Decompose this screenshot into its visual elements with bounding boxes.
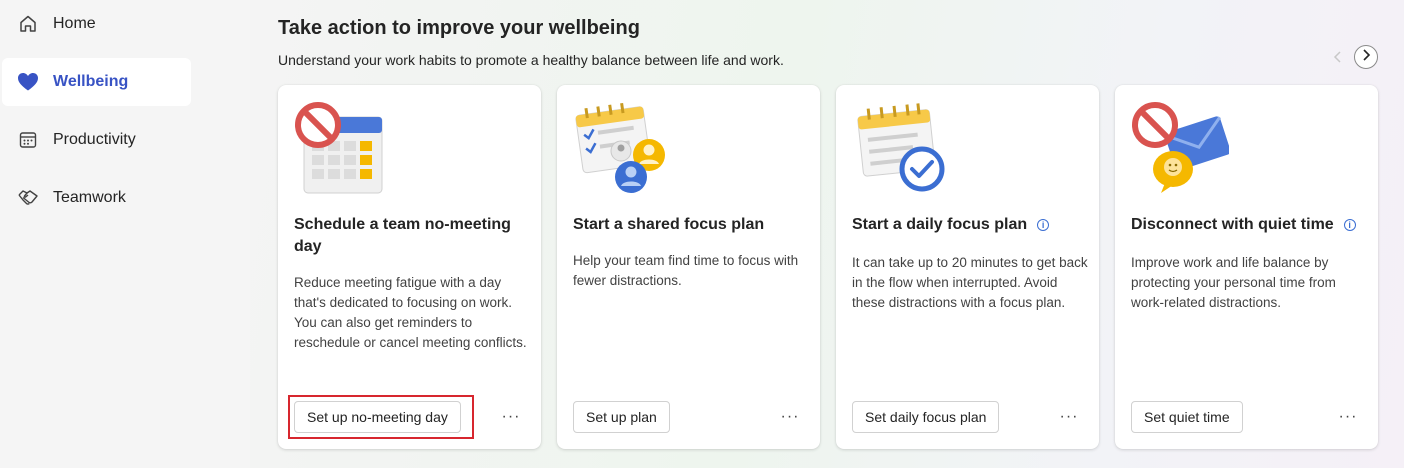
card-description: It can take up to 20 minutes to get back…	[852, 255, 1088, 310]
card-shared-focus-plan: Start a shared focus plan Help your team…	[557, 85, 820, 449]
sidebar-item-label: Productivity	[53, 131, 136, 148]
card-description: Help your team find time to focus with f…	[573, 253, 799, 288]
more-options-button[interactable]: ···	[778, 405, 802, 429]
quiet-time-icon	[1129, 99, 1231, 195]
home-icon	[16, 12, 40, 36]
page-title: Take action to improve your wellbeing	[278, 17, 640, 39]
sidebar-item-label: Teamwork	[53, 189, 126, 206]
info-icon[interactable]: i	[1037, 218, 1050, 231]
card-quiet-time: Disconnect with quiet time i Improve work…	[1115, 85, 1378, 449]
calendar-icon	[16, 128, 40, 152]
carousel-next-button[interactable]	[1354, 45, 1378, 69]
card-title: Disconnect with quiet time i	[1131, 214, 1361, 236]
handshake-icon	[16, 186, 40, 210]
card-title: Schedule a team no-meeting day	[294, 216, 511, 255]
set-up-plan-button[interactable]: Set up plan	[573, 401, 670, 433]
chevron-right-icon	[1361, 48, 1371, 66]
more-options-button[interactable]: ···	[499, 405, 523, 429]
chevron-left-icon	[1333, 50, 1343, 66]
shared-focus-icon	[571, 99, 671, 195]
card-title-text: Disconnect with quiet time	[1131, 216, 1334, 233]
highlight-box	[288, 395, 474, 439]
heart-icon	[16, 70, 40, 94]
sidebar-item-label: Home	[53, 15, 96, 32]
set-quiet-time-button[interactable]: Set quiet time	[1131, 401, 1243, 433]
page-subtitle: Understand your work habits to promote a…	[278, 52, 784, 68]
sidebar-item-teamwork[interactable]: Teamwork	[2, 174, 191, 222]
card-description: Reduce meeting fatigue with a day that's…	[294, 275, 527, 350]
more-options-button[interactable]: ···	[1336, 405, 1360, 429]
info-icon[interactable]: i	[1343, 218, 1356, 231]
card-title: Start a shared focus plan	[573, 216, 765, 233]
no-meeting-calendar-icon	[292, 99, 392, 195]
daily-focus-icon	[850, 99, 950, 195]
sidebar-item-label: Wellbeing	[53, 73, 129, 90]
card-title: Start a daily focus plan i	[852, 214, 1082, 236]
set-daily-focus-plan-button[interactable]: Set daily focus plan	[852, 401, 1000, 433]
carousel-prev-button[interactable]	[1327, 47, 1349, 69]
more-options-button[interactable]: ···	[1057, 405, 1081, 429]
sidebar: Home Wellbeing Productivity Teamwork	[0, 0, 200, 468]
card-daily-focus-plan: Start a daily focus plan i It can take up…	[836, 85, 1099, 449]
sidebar-item-wellbeing[interactable]: Wellbeing	[2, 58, 191, 106]
sidebar-item-productivity[interactable]: Productivity	[2, 116, 191, 164]
card-title-text: Start a daily focus plan	[852, 216, 1028, 233]
card-description: Improve work and life balance by protect…	[1131, 255, 1336, 310]
sidebar-item-home[interactable]: Home	[2, 0, 191, 48]
